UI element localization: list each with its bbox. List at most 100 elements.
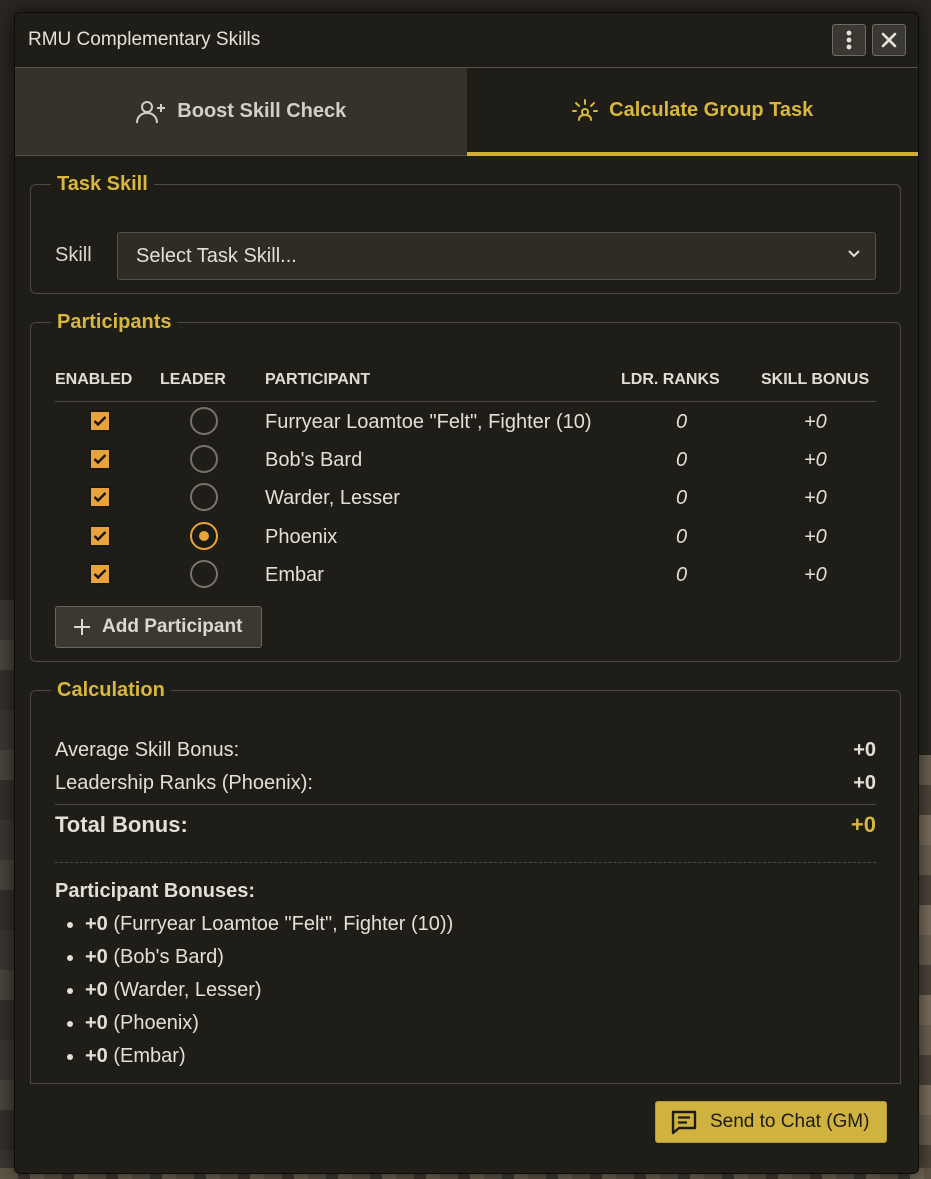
bonus-participant: (Warder, Lesser) xyxy=(113,979,262,1001)
checkmark-icon xyxy=(93,531,107,542)
tab-boost-skill-check[interactable]: Boost Skill Check xyxy=(15,68,467,156)
enabled-checkbox[interactable] xyxy=(89,410,111,432)
participant-bonus: +0 xyxy=(804,526,827,548)
send-to-chat-label: Send to Chat (GM) xyxy=(710,1111,870,1132)
participant-name: Bob's Bard xyxy=(265,449,363,471)
task-skill-section: Task Skill Skill Select Task Skill... xyxy=(30,173,901,294)
bonus-participant: (Embar) xyxy=(113,1045,186,1067)
participant-name: Embar xyxy=(265,564,324,586)
checkmark-icon xyxy=(93,492,107,503)
add-participant-label: Add Participant xyxy=(102,616,243,637)
users-sparkle-icon xyxy=(572,99,599,121)
participants-section: Participants ENABLED LEADER PARTICIPANT … xyxy=(30,311,901,662)
add-participant-button[interactable]: Add Participant xyxy=(55,606,262,648)
kebab-menu-icon xyxy=(846,30,852,50)
leader-radio[interactable] xyxy=(190,407,218,435)
checkmark-icon xyxy=(93,569,107,580)
titlebar-buttons xyxy=(832,24,906,56)
checkmark-icon xyxy=(93,454,107,465)
participant-ranks: 0 xyxy=(676,449,688,471)
leader-radio[interactable] xyxy=(190,560,218,588)
average-skill-bonus-row: Average Skill Bonus: +0 xyxy=(55,739,876,762)
total-bonus-label: Total Bonus: xyxy=(55,812,188,837)
task-skill-select-value: Select Task Skill... xyxy=(136,244,297,267)
bonus-value: +0 xyxy=(85,979,108,1001)
col-ldr-ranks: LDR. RANKS xyxy=(621,371,720,388)
bonus-value: +0 xyxy=(85,1012,108,1034)
leader-radio-selected[interactable] xyxy=(190,522,218,550)
participant-bonus: +0 xyxy=(804,487,827,509)
leadership-ranks-label: Leadership Ranks (Phoenix): xyxy=(55,772,313,794)
bonus-value: +0 xyxy=(85,913,108,935)
chevron-down-icon xyxy=(848,250,860,258)
participant-bonuses-title: Participant Bonuses: xyxy=(55,880,256,902)
leader-radio[interactable] xyxy=(190,445,218,473)
calculation-section: Calculation Average Skill Bonus: +0 Lead… xyxy=(30,679,901,1084)
window-titlebar[interactable]: RMU Complementary Skills xyxy=(15,13,918,68)
bonus-value: +0 xyxy=(85,946,108,968)
calculation-legend: Calculation xyxy=(57,679,165,701)
enabled-checkbox[interactable] xyxy=(89,563,111,585)
task-skill-select[interactable]: Select Task Skill... xyxy=(117,232,876,280)
window-title: RMU Complementary Skills xyxy=(28,29,261,50)
bonus-value: +0 xyxy=(85,1045,108,1067)
bonus-participant: (Furryear Loamtoe "Felt", Fighter (10)) xyxy=(113,913,454,935)
total-bonus-row: Total Bonus: +0 xyxy=(55,812,876,838)
table-row: Warder, Lesser 0 +0 xyxy=(55,479,876,517)
participant-name: Warder, Lesser xyxy=(265,487,400,509)
bonus-participant: (Phoenix) xyxy=(113,1012,199,1034)
chat-icon xyxy=(671,1110,697,1135)
col-participant: PARTICIPANT xyxy=(265,371,371,388)
user-plus-icon xyxy=(136,100,166,123)
participant-ranks: 0 xyxy=(676,411,688,433)
background-map-right xyxy=(917,755,931,1179)
participant-bonus: +0 xyxy=(804,411,827,433)
tab-calculate-group-task[interactable]: Calculate Group Task xyxy=(466,68,918,156)
list-item: +0 (Phoenix) xyxy=(85,1007,453,1040)
footer-divider xyxy=(30,1083,901,1084)
task-skill-legend: Task Skill xyxy=(57,173,148,195)
list-item: +0 (Embar) xyxy=(85,1040,453,1073)
participant-bonus: +0 xyxy=(804,449,827,471)
leadership-ranks-value: +0 xyxy=(853,772,876,794)
average-skill-bonus-label: Average Skill Bonus: xyxy=(55,739,240,761)
enabled-checkbox[interactable] xyxy=(89,525,111,547)
send-to-chat-button[interactable]: Send to Chat (GM) xyxy=(655,1101,887,1143)
tab-calculate-label: Calculate Group Task xyxy=(609,98,814,121)
enabled-checkbox[interactable] xyxy=(89,448,111,470)
checkmark-icon xyxy=(93,416,107,427)
participant-bonuses-list: +0 (Furryear Loamtoe "Felt", Fighter (10… xyxy=(55,908,453,1073)
skill-label: Skill xyxy=(55,244,92,266)
window-close-button[interactable] xyxy=(872,24,906,56)
list-item: +0 (Warder, Lesser) xyxy=(85,974,453,1007)
list-item: +0 (Bob's Bard) xyxy=(85,941,453,974)
close-icon xyxy=(881,32,897,48)
col-enabled: ENABLED xyxy=(55,371,133,388)
participants-legend: Participants xyxy=(57,311,172,333)
list-item: +0 (Furryear Loamtoe "Felt", Fighter (10… xyxy=(85,908,453,941)
participant-name: Furryear Loamtoe "Felt", Fighter (10) xyxy=(265,411,592,433)
participants-table-header: ENABLED LEADER PARTICIPANT LDR. RANKS SK… xyxy=(55,371,876,402)
total-bonus-value: +0 xyxy=(850,812,876,837)
participant-bonus: +0 xyxy=(804,564,827,586)
window-menu-button[interactable] xyxy=(832,24,866,56)
calc-dashed-divider xyxy=(55,862,876,863)
leadership-ranks-row: Leadership Ranks (Phoenix): +0 xyxy=(55,772,876,795)
average-skill-bonus-value: +0 xyxy=(853,739,876,761)
tab-bar: Boost Skill Check Calculate Group Task xyxy=(15,68,918,156)
complementary-skills-window: RMU Complementary Skills Boost Skill Che… xyxy=(14,12,919,1174)
participant-ranks: 0 xyxy=(676,526,688,548)
table-row: Embar 0 +0 xyxy=(55,556,876,594)
participant-ranks: 0 xyxy=(676,487,688,509)
table-row: Bob's Bard 0 +0 xyxy=(55,441,876,479)
participant-name: Phoenix xyxy=(265,526,338,548)
col-skill-bonus: SKILL BONUS xyxy=(761,371,870,388)
table-row: Phoenix 0 +0 xyxy=(55,518,876,556)
tab-boost-label: Boost Skill Check xyxy=(177,100,347,122)
table-row: Furryear Loamtoe "Felt", Fighter (10) 0 … xyxy=(55,403,876,441)
leader-radio[interactable] xyxy=(190,483,218,511)
col-leader: LEADER xyxy=(160,371,226,388)
bonus-participant: (Bob's Bard) xyxy=(113,946,224,968)
enabled-checkbox[interactable] xyxy=(89,486,111,508)
calc-divider xyxy=(55,804,876,805)
